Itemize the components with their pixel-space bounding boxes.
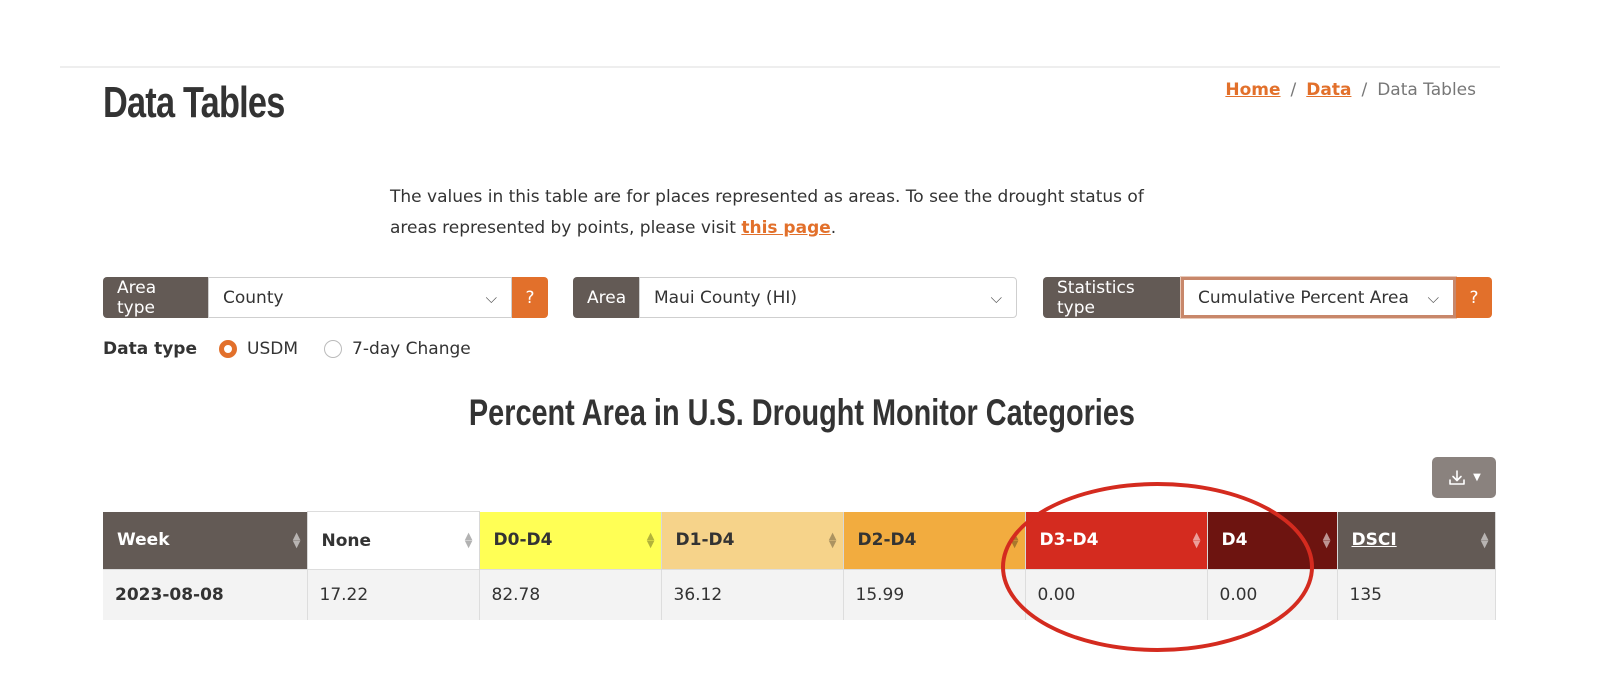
- column-header-label: None: [321, 530, 372, 551]
- column-header-week[interactable]: Week ▲ ▼: [103, 511, 308, 570]
- statistics-type-help-button[interactable]: ?: [1456, 277, 1492, 318]
- table-cell-d0-d4: 82.78: [479, 569, 662, 620]
- breadcrumb-separator: /: [1361, 80, 1368, 100]
- column-header-none[interactable]: None ▲ ▼: [307, 511, 480, 570]
- column-header-d0-d4[interactable]: D0-D4 ▲ ▼: [479, 511, 662, 570]
- intro-text: The values in this table are for places …: [390, 182, 1180, 244]
- table-cell-week: 2023-08-08: [103, 569, 308, 620]
- radio-7-day-change-label: 7-day Change: [352, 339, 471, 359]
- area-control: Area Maui County (HI) ⌵: [573, 277, 1017, 318]
- data-type-label: Data type: [103, 339, 198, 359]
- column-header-label[interactable]: DSCI: [1352, 530, 1397, 550]
- statistics-type-value: Cumulative Percent Area: [1198, 287, 1409, 308]
- area-label: Area: [573, 277, 639, 318]
- area-type-label: Area type: [103, 277, 208, 318]
- radio-checked-icon[interactable]: [219, 340, 238, 358]
- area-value: Maui County (HI): [654, 287, 797, 308]
- statistics-type-label: Statistics type: [1043, 277, 1181, 318]
- page-title: Data Tables: [103, 78, 285, 127]
- column-header-label: Week: [117, 530, 170, 551]
- breadcrumb-home-link[interactable]: Home: [1225, 80, 1280, 100]
- data-type-group: Data type USDM 7-day Change: [103, 339, 497, 359]
- sort-icon: ▲ ▼: [292, 530, 301, 550]
- download-button[interactable]: ▼: [1432, 457, 1496, 498]
- statistics-type-select[interactable]: Cumulative Percent Area ⌵: [1181, 277, 1456, 318]
- header-divider: [60, 66, 1500, 68]
- sort-icon: ▲ ▼: [1322, 530, 1331, 550]
- column-header-label: D2-D4: [857, 530, 917, 551]
- sort-icon: ▲ ▼: [1480, 530, 1489, 550]
- table-cell-none: 17.22: [307, 569, 480, 620]
- radio-7-day-change[interactable]: 7-day Change: [324, 339, 471, 359]
- area-type-help-button[interactable]: ?: [512, 277, 548, 318]
- area-select[interactable]: Maui County (HI) ⌵: [639, 277, 1017, 318]
- radio-usdm[interactable]: USDM: [219, 339, 298, 359]
- breadcrumb-data-link[interactable]: Data: [1306, 80, 1351, 100]
- table-cell-dsci: 135: [1337, 569, 1496, 620]
- column-header-dsci[interactable]: DSCI ▲ ▼: [1337, 511, 1496, 570]
- area-type-control: Area type County ⌵ ?: [103, 277, 548, 318]
- table-cell-d2-d4: 15.99: [843, 569, 1026, 620]
- column-header-d1-d4[interactable]: D1-D4 ▲ ▼: [661, 511, 844, 570]
- caret-down-icon: ▼: [1473, 472, 1481, 483]
- area-type-value: County: [223, 287, 284, 308]
- radio-usdm-label: USDM: [247, 339, 299, 359]
- breadcrumb-current: Data Tables: [1377, 80, 1476, 100]
- this-page-link[interactable]: this page: [741, 218, 830, 238]
- column-header-d2-d4[interactable]: D2-D4 ▲ ▼: [843, 511, 1026, 570]
- statistics-type-control: Statistics type Cumulative Percent Area …: [1043, 277, 1492, 318]
- annotation-circle: [1001, 482, 1314, 652]
- intro-text-end: .: [830, 218, 837, 238]
- chevron-down-icon: ⌵: [1427, 288, 1439, 307]
- chevron-down-icon: ⌵: [485, 288, 497, 307]
- sort-icon: ▲ ▼: [646, 530, 655, 550]
- sort-icon: ▲ ▼: [828, 530, 837, 550]
- sort-icon: ▲ ▼: [464, 531, 473, 550]
- column-header-label: D1-D4: [675, 530, 735, 551]
- radio-unchecked-icon[interactable]: [324, 340, 343, 358]
- table-cell-d1-d4: 36.12: [661, 569, 844, 620]
- chevron-down-icon: ⌵: [990, 288, 1002, 307]
- column-header-label: D0-D4: [493, 530, 553, 551]
- table-title: Percent Area in U.S. Drought Monitor Cat…: [0, 392, 1604, 434]
- breadcrumb: Home / Data / Data Tables: [1225, 80, 1476, 100]
- area-type-select[interactable]: County ⌵: [208, 277, 512, 318]
- table-title-text: Percent Area in U.S. Drought Monitor Cat…: [468, 392, 1135, 433]
- download-icon: [1449, 469, 1465, 485]
- breadcrumb-separator: /: [1290, 80, 1297, 100]
